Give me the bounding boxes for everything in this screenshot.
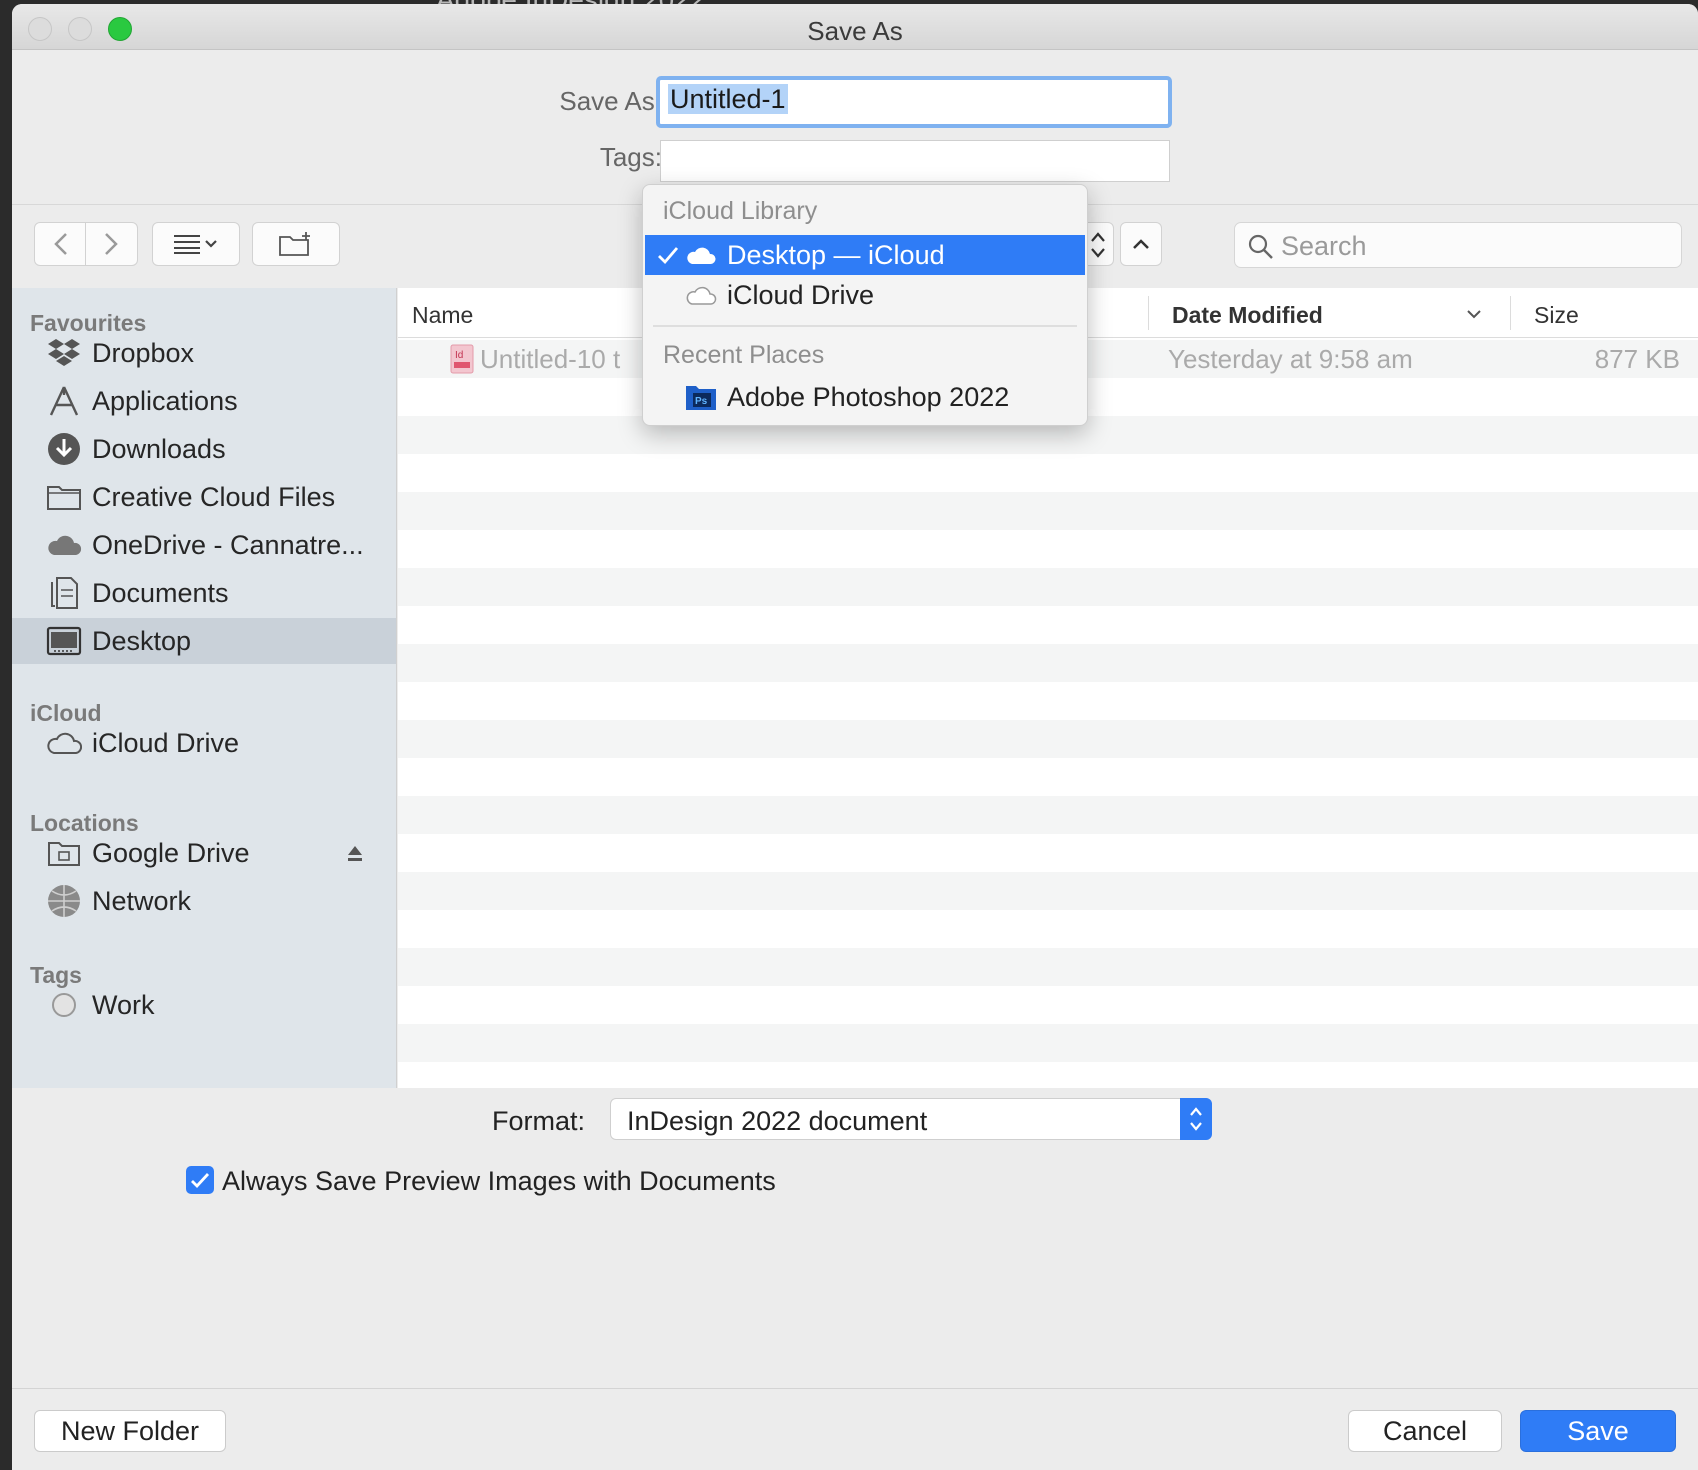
sidebar-item-documents[interactable]: Documents [12,570,396,616]
list-view-icon [174,235,217,254]
file-name: Untitled-10 t [480,344,621,374]
popup-item-adobe-photoshop[interactable]: Ps Adobe Photoshop 2022 [645,377,1085,417]
svg-text:Ps: Ps [695,396,708,407]
updown-arrows-icon [1180,1098,1212,1140]
updown-arrows-icon [1091,232,1105,258]
drive-icon [46,835,82,871]
icloud-icon [46,725,82,761]
table-row [398,948,1698,986]
format-label: Format: [492,1106,586,1136]
tags-input[interactable] [660,140,1170,182]
dropbox-icon [46,335,82,371]
sidebar-item-icloud-drive[interactable]: iCloud Drive [12,720,396,766]
window-title: Save As [807,16,903,46]
forward-button[interactable] [86,223,136,265]
search-field[interactable]: Search [1234,222,1682,268]
table-row [398,872,1698,910]
indesign-file-icon: Id [450,344,474,374]
popup-item-desktop-icloud[interactable]: Desktop — iCloud [645,235,1085,275]
sidebar-item-applications[interactable]: Applications [12,378,396,424]
tags-label: Tags: [599,142,662,172]
preview-images-checkbox[interactable] [186,1166,214,1194]
preview-images-label: Always Save Preview Images with Document… [222,1166,776,1196]
new-folder-button[interactable]: New Folder [34,1410,226,1452]
tag-circle-icon [46,987,82,1023]
icloud-icon [686,286,717,305]
popup-item-icloud-drive[interactable]: iCloud Drive [645,275,1085,315]
column-name[interactable]: Name [412,302,473,329]
file-date: Yesterday at 9:58 am [1168,344,1413,374]
column-size[interactable]: Size [1534,302,1579,329]
table-row [398,1024,1698,1062]
cloud-icon [46,527,82,563]
eject-icon[interactable] [346,844,364,862]
save-as-label: Save As: [559,86,662,116]
column-divider [1510,296,1511,330]
search-icon [1248,234,1273,259]
popup-heading-recent-places: Recent Places [663,341,825,369]
sidebar-item-google-drive[interactable]: Google Drive [12,830,396,876]
chevron-left-icon [53,233,67,255]
new-folder-toolbar-button[interactable] [252,222,340,266]
sort-chevron-icon [1467,310,1481,319]
popup-heading-icloud-library: iCloud Library [663,197,818,225]
new-folder-icon [279,232,310,256]
sidebar-item-dropbox[interactable]: Dropbox [12,330,396,376]
location-popup-menu: iCloud Library Desktop — iCloud iCloud D… [642,184,1088,426]
chevron-right-icon [105,233,118,255]
column-divider [1148,296,1149,330]
checkmark-icon [191,1173,210,1189]
save-button[interactable]: Save [1520,1410,1676,1452]
network-icon [46,883,82,919]
sidebar-item-tag-work[interactable]: Work [12,982,396,1028]
applications-icon [46,383,82,419]
sidebar-item-downloads[interactable]: Downloads [12,426,396,472]
save-as-dialog: Save As Save As: Untitled-1 Tags: Search… [12,4,1698,1470]
chevron-up-icon [1133,239,1149,249]
back-button[interactable] [36,223,86,265]
photoshop-folder-icon: Ps [686,386,716,410]
back-forward-control [34,222,138,266]
cancel-button[interactable]: Cancel [1348,1410,1502,1452]
sidebar-item-creative-cloud-files[interactable]: Creative Cloud Files [12,474,396,520]
popup-divider [653,325,1077,327]
search-placeholder: Search [1281,231,1367,261]
desktop-icon [46,623,82,659]
bottom-divider [12,1388,1698,1389]
view-options-button[interactable] [152,222,240,266]
table-row [398,492,1698,530]
icloud-icon [687,247,716,264]
folder-icon [46,479,82,515]
collapse-browser-button[interactable] [1120,222,1162,266]
save-as-value: Untitled-1 [668,84,788,114]
table-row [398,796,1698,834]
svg-text:Id: Id [455,350,463,361]
table-row [398,568,1698,606]
documents-icon [46,575,82,611]
checkmark-icon [658,247,679,265]
save-as-input[interactable]: Untitled-1 [656,76,1172,128]
downloads-icon [46,431,82,467]
format-value: InDesign 2022 document [627,1106,928,1136]
sidebar-item-onedrive[interactable]: OneDrive - Cannatre... [12,522,396,568]
sidebar-item-desktop[interactable]: Desktop [12,618,396,664]
sidebar-item-network[interactable]: Network [12,878,396,924]
column-date-modified[interactable]: Date Modified [1172,302,1323,329]
format-select[interactable]: InDesign 2022 document [610,1098,1212,1140]
table-row [398,720,1698,758]
table-row [398,644,1698,682]
file-size: 877 KB [1594,344,1680,374]
sidebar: Favourites Dropbox Applications Download… [12,288,397,1088]
title-bar: Save As [12,4,1698,50]
